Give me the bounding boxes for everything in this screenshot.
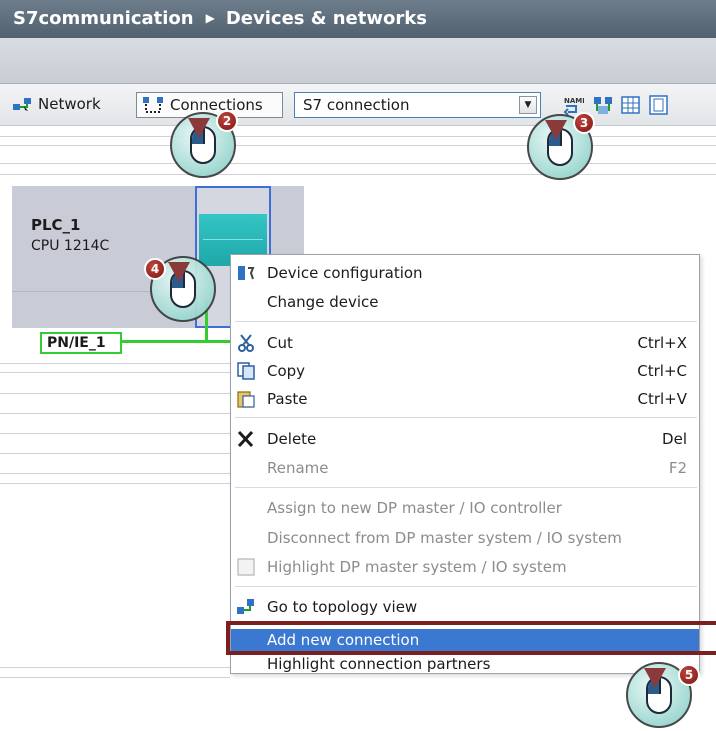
grid-view-button[interactable] (620, 94, 642, 116)
menu-item-go-to-topology[interactable]: Go to topology view (231, 594, 699, 620)
step-4-click-indicator: 4 (144, 256, 220, 330)
breadcrumb-page: Devices & networks (225, 8, 427, 29)
topology-icon (236, 598, 256, 616)
menu-item-paste[interactable]: Paste Ctrl+V (231, 386, 699, 412)
menu-item-label: Assign to new DP master / IO controller (267, 499, 562, 517)
menu-item-label: Paste (267, 390, 308, 408)
menu-item-label: Cut (267, 334, 293, 352)
subnet-line (122, 340, 232, 343)
grid-line (0, 453, 230, 454)
connections-icon (142, 96, 164, 114)
grid-line (0, 483, 230, 484)
menu-item-label: Delete (267, 430, 317, 448)
device-config-icon (236, 264, 256, 282)
menu-item-assign-dp-master: Assign to new DP master / IO controller (231, 495, 699, 521)
menu-item-label: Change device (267, 293, 379, 311)
menu-item-shortcut: Ctrl+X (637, 334, 687, 352)
network-label: Network (38, 95, 101, 113)
menu-item-label: Highlight connection partners (267, 655, 491, 673)
step-badge: 2 (216, 110, 238, 132)
grid-line (0, 136, 716, 137)
grid-line (0, 145, 716, 146)
step-badge: 3 (573, 112, 595, 134)
grid-line (0, 677, 230, 678)
pointer-arrow-icon (168, 262, 190, 282)
grid-line (0, 363, 230, 364)
device-type: CPU 1214C (31, 238, 110, 254)
network-icon (12, 96, 32, 112)
menu-item-highlight-dp-master: Highlight DP master system / IO system (231, 554, 699, 580)
menu-item-shortcut: Del (662, 430, 687, 448)
secondary-bar (0, 38, 716, 84)
menu-item-label: Rename (267, 459, 329, 477)
menu-item-copy[interactable]: Copy Ctrl+C (231, 358, 699, 384)
menu-item-delete[interactable]: Delete Del (231, 426, 699, 452)
grid-line (0, 413, 230, 414)
connection-type-value: S7 connection (303, 96, 410, 114)
grid-line (0, 473, 230, 474)
editor-toolbar: Network Connections S7 connection ▼ NAME (0, 84, 716, 126)
menu-item-label: Disconnect from DP master system / IO sy… (267, 529, 622, 547)
connection-highlight-icon (594, 97, 612, 114)
grid-line (0, 163, 716, 164)
pointer-arrow-icon (545, 120, 567, 140)
checkbox-icon (236, 558, 256, 576)
scissors-icon (236, 334, 256, 352)
subnet-label[interactable]: PN/IE_1 (40, 332, 122, 354)
step-badge: 4 (144, 258, 166, 280)
menu-item-change-device[interactable]: Change device (231, 289, 699, 315)
connection-type-dropdown[interactable]: S7 connection ▼ (294, 92, 541, 118)
device-name: PLC_1 (31, 216, 81, 234)
menu-item-shortcut: Ctrl+V (637, 390, 687, 408)
menu-item-rename: Rename F2 (231, 455, 699, 481)
grid-icon (621, 96, 640, 114)
menu-separator (235, 321, 697, 322)
menu-item-shortcut: F2 (668, 459, 687, 477)
svg-text:NAME: NAME (564, 97, 584, 105)
grid-line (0, 372, 230, 373)
menu-item-device-configuration[interactable]: Device configuration (231, 260, 699, 286)
breadcrumb: S7communication ▶ Devices & networks (0, 0, 716, 38)
paste-icon (236, 390, 256, 408)
menu-item-shortcut: Ctrl+C (637, 362, 687, 380)
copy-icon (236, 362, 256, 380)
menu-item-label: Go to topology view (267, 598, 418, 616)
menu-item-cut[interactable]: Cut Ctrl+X (231, 330, 699, 356)
page-break-button[interactable] (648, 94, 670, 116)
network-view-button[interactable]: Network (12, 93, 101, 115)
step-badge: 5 (678, 664, 700, 686)
context-menu: Device configuration Change device Cut C… (230, 254, 700, 674)
pointer-arrow-icon (188, 118, 210, 138)
page-icon (649, 95, 668, 115)
step-3-click-indicator: 3 (527, 112, 597, 188)
grid-line (0, 393, 230, 394)
delete-x-icon (236, 430, 256, 448)
menu-item-label: Copy (267, 362, 306, 380)
grid-line (0, 433, 230, 434)
highlight-connections-button[interactable] (592, 94, 614, 116)
grid-line (0, 174, 716, 175)
step-5-click-indicator: 5 (626, 662, 700, 731)
menu-separator (235, 586, 697, 587)
step-2-click-indicator: 2 (170, 110, 240, 186)
menu-separator (235, 417, 697, 418)
menu-item-label: Highlight DP master system / IO system (267, 558, 567, 576)
highlight-frame (226, 621, 716, 655)
chevron-down-icon[interactable]: ▼ (519, 96, 537, 114)
grid-line (0, 667, 230, 668)
breadcrumb-project[interactable]: S7communication (13, 8, 194, 29)
pointer-arrow-icon (644, 668, 666, 688)
menu-item-label: Device configuration (267, 264, 423, 282)
breadcrumb-separator-icon: ▶ (205, 11, 215, 25)
menu-item-disconnect-dp-master: Disconnect from DP master system / IO sy… (231, 525, 699, 551)
menu-separator (235, 487, 697, 488)
